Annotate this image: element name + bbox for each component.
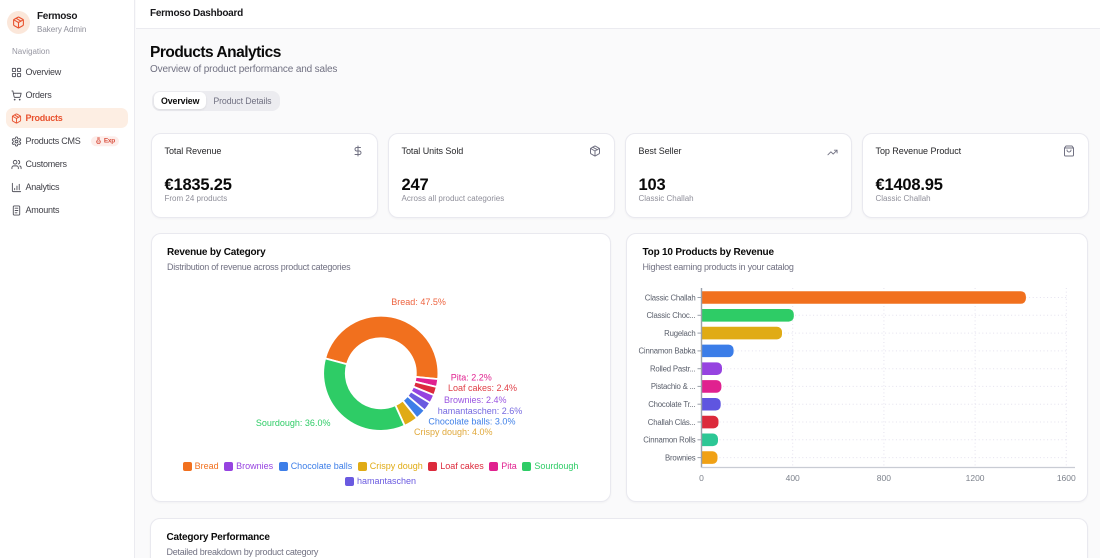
svg-text:Cinnamon Babka: Cinnamon Babka xyxy=(638,347,696,356)
svg-text:400: 400 xyxy=(786,473,800,483)
svg-text:Crispy dough: 4.0%: Crispy dough: 4.0% xyxy=(414,427,493,437)
svg-text:Rugelach: Rugelach xyxy=(664,329,695,338)
svg-text:800: 800 xyxy=(877,473,891,483)
svg-text:0: 0 xyxy=(699,473,704,483)
svg-text:Classic Choc...: Classic Choc... xyxy=(647,311,696,320)
svg-text:Pita: 2.2%: Pita: 2.2% xyxy=(451,372,492,382)
svg-text:Classic Challah: Classic Challah xyxy=(645,293,696,302)
svg-text:1200: 1200 xyxy=(966,473,985,483)
svg-text:Rolled Pastr...: Rolled Pastr... xyxy=(650,365,696,374)
svg-text:Loaf cakes: 2.4%: Loaf cakes: 2.4% xyxy=(448,383,517,393)
svg-text:Pistachio & ...: Pistachio & ... xyxy=(651,382,696,391)
svg-text:1600: 1600 xyxy=(1057,473,1076,483)
svg-text:Challah Clás...: Challah Clás... xyxy=(648,418,696,427)
svg-text:Chocolate Tr...: Chocolate Tr... xyxy=(648,400,695,409)
svg-text:Bread: 47.5%: Bread: 47.5% xyxy=(391,297,446,307)
svg-text:Brownies: Brownies xyxy=(665,453,696,462)
svg-text:Chocolate balls: 3.0%: Chocolate balls: 3.0% xyxy=(428,416,515,426)
svg-text:Sourdough: 36.0%: Sourdough: 36.0% xyxy=(256,418,331,428)
svg-text:Brownies: 2.4%: Brownies: 2.4% xyxy=(444,395,507,405)
svg-text:Cinnamon Rolls: Cinnamon Rolls xyxy=(643,436,696,445)
svg-text:hamantaschen: 2.6%: hamantaschen: 2.6% xyxy=(438,406,523,416)
